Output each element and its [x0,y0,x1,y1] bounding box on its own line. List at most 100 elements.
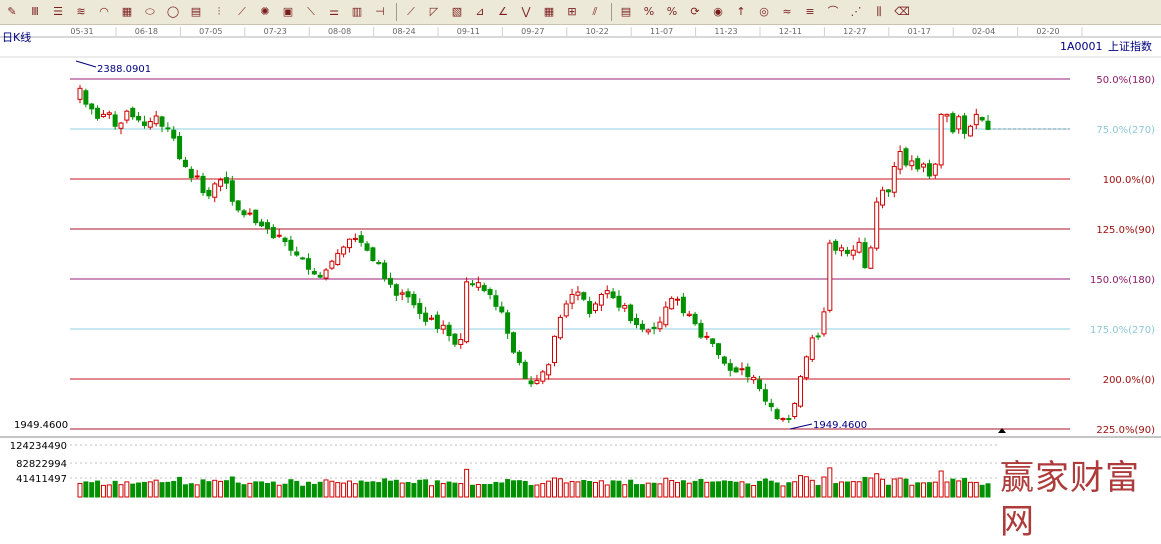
candle-down [962,115,968,134]
candle-down [727,363,733,371]
arc-lines-button[interactable]: ◠ [95,2,113,21]
gold-button[interactable]: ◉ [709,2,727,21]
fan-pattern-button[interactable]: ⊿ [471,2,489,21]
gann-line-button[interactable]: ⟍ [302,2,320,21]
candle-up [534,380,540,384]
candle-up [194,175,200,178]
square-button[interactable]: ▣ [279,2,297,21]
candle-up [428,317,434,320]
candle-down [833,240,839,251]
volume-bar [827,467,833,498]
candle-up [780,417,786,421]
candle-down [229,180,235,202]
candle-down [587,301,593,314]
volume-bar [639,484,645,498]
wheel-button[interactable]: ✺ [256,2,274,21]
volume-bar [130,483,136,498]
volume-bar [77,482,83,498]
candle-up [540,371,546,382]
volume-bar [885,484,891,498]
candle-down [89,103,95,110]
arrow-up-button[interactable]: ↑ [732,2,750,21]
volume-bar [727,480,733,498]
trend-line-button[interactable]: ⟋ [402,2,420,21]
x-tick-label: 01-17 [908,27,931,36]
fib-retrace-button[interactable]: ≡ [801,2,819,21]
candle-down [200,175,206,194]
gold-wave-button[interactable]: ≈ [778,2,796,21]
price-channel-button[interactable]: ▦ [118,2,136,21]
ellipse-button[interactable]: ⬭ [141,2,159,21]
volume-bar [522,480,528,498]
percent-text-button[interactable]: % [663,2,681,21]
speed-resistance-button[interactable]: ⚌ [325,2,343,21]
horizontal-lines-button[interactable]: ☰ [49,2,67,21]
fib-fan-button[interactable]: ⋰ [847,2,865,21]
x-tick-label: 06-18 [135,27,158,36]
candle-up [218,179,224,187]
candle-up [944,113,950,117]
vertical-lines-button[interactable]: Ⅲ [26,2,44,21]
rotate-button[interactable]: ⟳ [686,2,704,21]
box-button[interactable]: ▥ [348,2,366,21]
volume-bar [352,483,358,498]
zigzag-button[interactable]: ⋁ [517,2,535,21]
volume-bar [598,480,604,498]
erase-button[interactable]: ⌫ [893,2,911,21]
volume-bar [751,484,757,498]
triangle-button[interactable]: ◸ [425,2,443,21]
period-lines-button[interactable]: ⫶ [210,2,228,21]
candle-down [634,317,640,325]
volume-tick-label: 82822994 [16,459,67,470]
candle-up [973,113,979,126]
volume-bar [106,484,112,498]
candle-up [798,376,804,407]
candle-up [118,122,124,129]
grid-lines-button[interactable]: ▤ [187,2,205,21]
gold-ratio-button[interactable]: ◎ [755,2,773,21]
x-tick-label: 07-23 [264,27,287,36]
candle-down [979,116,985,121]
candle-down [505,312,511,334]
circle-button[interactable]: ◯ [164,2,182,21]
toolbar-separator [611,3,612,21]
x-tick-label: 09-27 [521,27,544,36]
candle-up [475,282,481,288]
volume-bar [546,480,552,498]
fib-arc-button[interactable]: ⌒ [824,2,842,21]
candle-down [376,261,382,265]
rectangle-pattern-button[interactable]: ▧ [448,2,466,21]
chart-svg[interactable]: 05-31 06-18 07-05 07-23 08-08 08-24 09-11 09-27… [0,25,1161,502]
draw-pencil-button[interactable]: ✎ [3,2,21,21]
grid-button[interactable]: ⊞ [563,2,581,21]
level-label: 225.0%(90) [1096,425,1155,436]
volume-bar [821,476,827,498]
x-tick-label: 02-20 [1036,27,1059,36]
candle-down [364,243,370,251]
parallel-lines-button[interactable]: ⫽ [586,2,604,21]
low-pointer [789,423,813,430]
candle-down [446,324,452,337]
volume-bar [798,475,804,498]
fibonacci-fan-button[interactable]: ⟋ [233,2,251,21]
candle-down [815,335,821,338]
volume-bar [844,481,850,498]
volume-bar [305,481,311,498]
volume-bar [973,481,979,498]
level-label: 200.0%(0) [1103,375,1155,386]
high-price-label: 2388.0901 [97,64,151,75]
fib-time-button[interactable]: ⫼ [870,2,888,21]
percent-button[interactable]: % [640,2,658,21]
candle-up [352,237,358,240]
table-grid-button[interactable]: ▦ [540,2,558,21]
volume-bar [552,477,558,498]
volume-bar [370,481,376,498]
angle-button[interactable]: ∠ [494,2,512,21]
candle-down [844,249,850,254]
percent-lines-button[interactable]: ▤ [617,2,635,21]
volume-bar [745,483,751,498]
fan-lines-button[interactable]: ≋ [72,2,90,21]
bracket-button[interactable]: ⊣ [371,2,389,21]
volume-bar [692,480,698,498]
candle-down [423,312,429,322]
